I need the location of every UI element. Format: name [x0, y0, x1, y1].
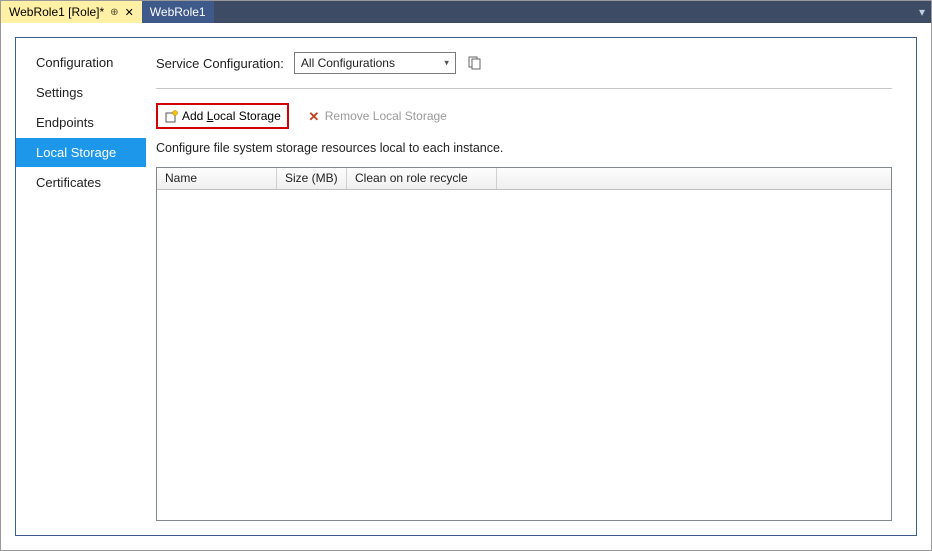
window: WebRole1 [Role]* ⊕ ✕ WebRole1 ▾ Configur… [0, 0, 932, 551]
sidebar-item-local-storage[interactable]: Local Storage [16, 138, 146, 167]
service-configuration-value: All Configurations [301, 56, 395, 70]
local-storage-grid[interactable]: Name Size (MB) Clean on role recycle [156, 167, 892, 521]
sidebar-item-configuration[interactable]: Configuration [16, 48, 146, 77]
chevron-down-icon: ▾ [444, 58, 449, 69]
grid-header: Name Size (MB) Clean on role recycle [157, 168, 891, 190]
manage-icon [468, 56, 482, 70]
sidebar-item-settings[interactable]: Settings [16, 78, 146, 107]
tab-webrole1-role[interactable]: WebRole1 [Role]* ⊕ ✕ [1, 1, 142, 23]
manage-configurations-button[interactable] [466, 54, 484, 72]
remove-local-storage-button: ✕ Remove Local Storage [303, 107, 451, 125]
pin-icon[interactable]: ⊕ [110, 7, 118, 18]
remove-icon: ✕ [307, 109, 321, 123]
column-header-spacer [497, 168, 891, 189]
toolbar: Add Local Storage ✕ Remove Local Storage [156, 103, 892, 129]
add-icon [164, 109, 178, 123]
main-panel: Service Configuration: All Configuration… [146, 38, 916, 535]
service-configuration-select[interactable]: All Configurations ▾ [294, 52, 456, 74]
description-text: Configure file system storage resources … [156, 141, 892, 155]
add-local-storage-button[interactable]: Add Local Storage [156, 103, 289, 129]
divider [156, 88, 892, 89]
document-tabstrip: WebRole1 [Role]* ⊕ ✕ WebRole1 ▾ [1, 1, 931, 23]
service-configuration-label: Service Configuration: [156, 56, 284, 71]
role-editor: Configuration Settings Endpoints Local S… [15, 37, 917, 536]
close-icon[interactable]: ✕ [125, 6, 134, 19]
add-local-storage-label: Add Local Storage [182, 109, 281, 123]
sidebar-item-endpoints[interactable]: Endpoints [16, 108, 146, 137]
sidebar: Configuration Settings Endpoints Local S… [16, 38, 146, 535]
column-header-clean[interactable]: Clean on role recycle [347, 168, 497, 189]
tab-overflow-dropdown[interactable]: ▾ [913, 1, 931, 23]
tab-label: WebRole1 [150, 5, 206, 19]
sidebar-item-certificates[interactable]: Certificates [16, 168, 146, 197]
editor-host: Configuration Settings Endpoints Local S… [1, 23, 931, 550]
column-header-size[interactable]: Size (MB) [277, 168, 347, 189]
tab-label: WebRole1 [Role]* [9, 5, 104, 19]
remove-local-storage-label: Remove Local Storage [325, 109, 447, 123]
tab-webrole1[interactable]: WebRole1 [142, 1, 214, 23]
column-header-name[interactable]: Name [157, 168, 277, 189]
service-configuration-row: Service Configuration: All Configuration… [156, 52, 892, 88]
